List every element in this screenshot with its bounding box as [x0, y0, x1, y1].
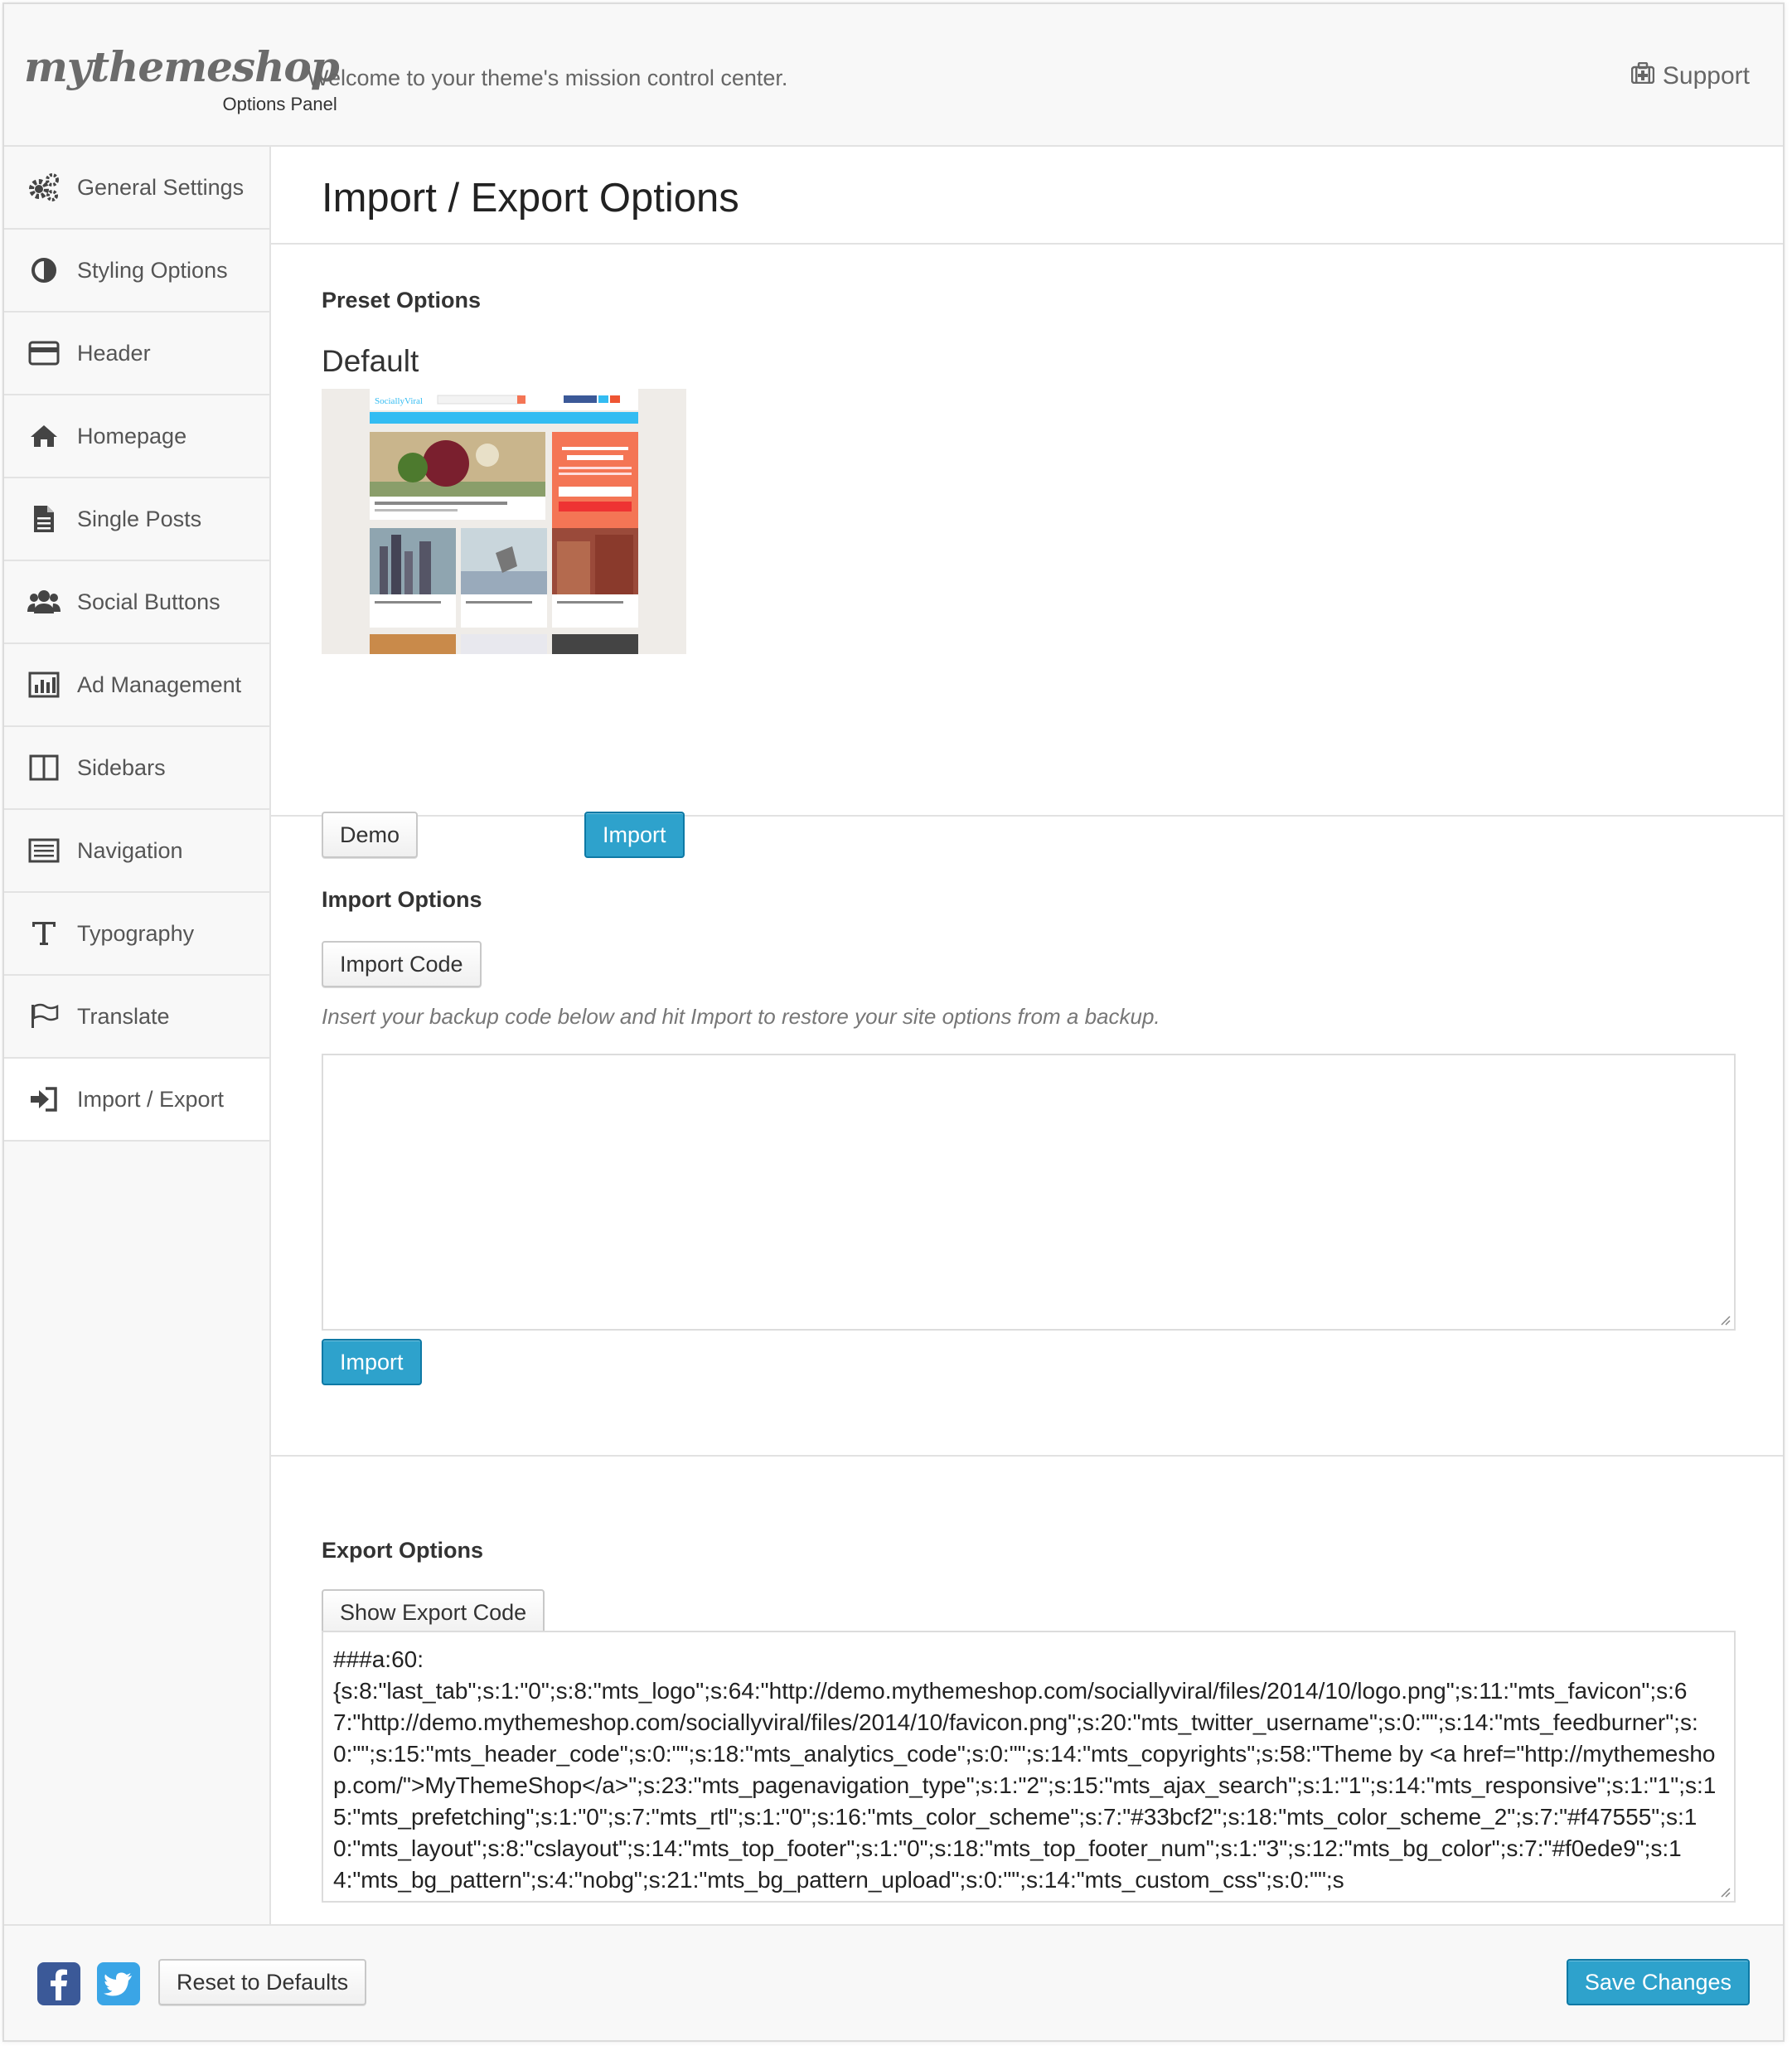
logo-subtitle: Options Panel	[222, 94, 337, 114]
sidebar: General Settings Styling Options Header …	[4, 147, 271, 1924]
logo: mythemeshop Options Panel	[24, 42, 340, 115]
sidebar-item-label: Import / Export	[77, 1086, 225, 1112]
sidebar-item-homepage[interactable]: Homepage	[4, 395, 269, 478]
page-title-bar: Import / Export Options	[271, 147, 1783, 245]
users-icon	[27, 585, 61, 618]
reset-to-defaults-button[interactable]: Reset to Defaults	[158, 1959, 367, 2005]
home-icon	[27, 419, 61, 453]
sidebar-item-sidebars[interactable]: Sidebars	[4, 727, 269, 810]
list-icon	[27, 834, 61, 867]
sidebar-item-translate[interactable]: Translate	[4, 976, 269, 1059]
medkit-icon	[1630, 61, 1655, 90]
preset-section: Preset Options Default SociallyViral Dem…	[271, 245, 1783, 858]
show-export-code-button[interactable]: Show Export Code	[322, 1589, 545, 1636]
options-panel: mythemeshop Options Panel Welcome to you…	[2, 2, 1785, 2042]
logo-text: mythemeshop	[24, 42, 340, 91]
sidebar-item-ad-management[interactable]: Ad Management	[4, 644, 269, 727]
support-link[interactable]: Support	[1630, 61, 1750, 90]
sidebar-item-label: Navigation	[77, 837, 183, 863]
sidebar-item-label: Sidebars	[77, 754, 166, 780]
twitter-icon[interactable]	[97, 1962, 140, 2005]
sidebar-item-header[interactable]: Header	[4, 313, 269, 395]
sign-in-icon	[27, 1083, 61, 1116]
preset-thumbnail[interactable]: SociallyViral	[322, 389, 686, 654]
sidebar-item-general-settings[interactable]: General Settings	[4, 147, 269, 230]
import-code-textarea[interactable]	[322, 1054, 1736, 1331]
facebook-icon[interactable]	[37, 1962, 80, 2005]
import-button[interactable]: Import	[322, 1339, 422, 1385]
preset-section-label: Preset Options	[322, 288, 482, 313]
sidebar-item-single-posts[interactable]: Single Posts	[4, 478, 269, 561]
sidebar-item-label: Single Posts	[77, 506, 202, 531]
sidebar-item-typography[interactable]: Typography	[4, 893, 269, 976]
bar-chart-icon	[27, 668, 61, 701]
sidebar-item-social-buttons[interactable]: Social Buttons	[4, 561, 269, 644]
sidebar-item-navigation[interactable]: Navigation	[4, 810, 269, 893]
columns-icon	[27, 751, 61, 784]
sidebar-item-label: Ad Management	[77, 671, 242, 697]
import-note: Insert your backup code below and hit Im…	[322, 1004, 1160, 1029]
support-label: Support	[1662, 62, 1750, 90]
welcome-text: Welcome to your theme's mission control …	[308, 65, 788, 90]
sidebar-item-label: Translate	[77, 1003, 170, 1029]
sidebar-item-label: Social Buttons	[77, 589, 220, 614]
import-code-button[interactable]: Import Code	[322, 941, 482, 987]
save-changes-button[interactable]: Save Changes	[1566, 1959, 1750, 2005]
sidebar-item-label: Typography	[77, 920, 195, 946]
flag-icon	[27, 1000, 61, 1033]
sidebar-item-import-export[interactable]: Import / Export	[4, 1059, 269, 1142]
cogs-icon	[27, 171, 61, 204]
sidebar-item-styling-options[interactable]: Styling Options	[4, 230, 269, 313]
resize-grip-icon[interactable]	[1717, 1312, 1731, 1326]
preset-name: Default	[322, 344, 419, 378]
import-section: Import Options Import Code Insert your b…	[271, 817, 1783, 1457]
credit-card-icon	[27, 337, 61, 370]
contrast-icon	[27, 254, 61, 287]
text-icon	[27, 917, 61, 950]
sidebar-item-label: Styling Options	[77, 257, 228, 283]
sidebar-item-label: Homepage	[77, 423, 187, 448]
sidebar-item-label: General Settings	[77, 174, 245, 200]
resize-grip-icon[interactable]	[1717, 1884, 1731, 1898]
export-code-text: ###a:60: {s:8:"last_tab";s:1:"0";s:8:"mt…	[333, 1646, 1717, 1893]
top-header: mythemeshop Options Panel Welcome to you…	[4, 4, 1783, 147]
document-icon	[27, 502, 61, 536]
export-section-label: Export Options	[322, 1538, 483, 1563]
sidebar-item-label: Header	[77, 340, 151, 366]
main-content: Import / Export Options Preset Options D…	[271, 147, 1783, 1924]
import-section-label: Import Options	[322, 887, 482, 912]
thumbnail-site-name: SociallyViral	[375, 396, 423, 406]
footer-bar: Reset to Defaults Save Changes	[4, 1924, 1783, 2040]
page-title: Import / Export Options	[322, 176, 739, 221]
export-code-textarea[interactable]: ###a:60: {s:8:"last_tab";s:1:"0";s:8:"mt…	[322, 1631, 1736, 1903]
